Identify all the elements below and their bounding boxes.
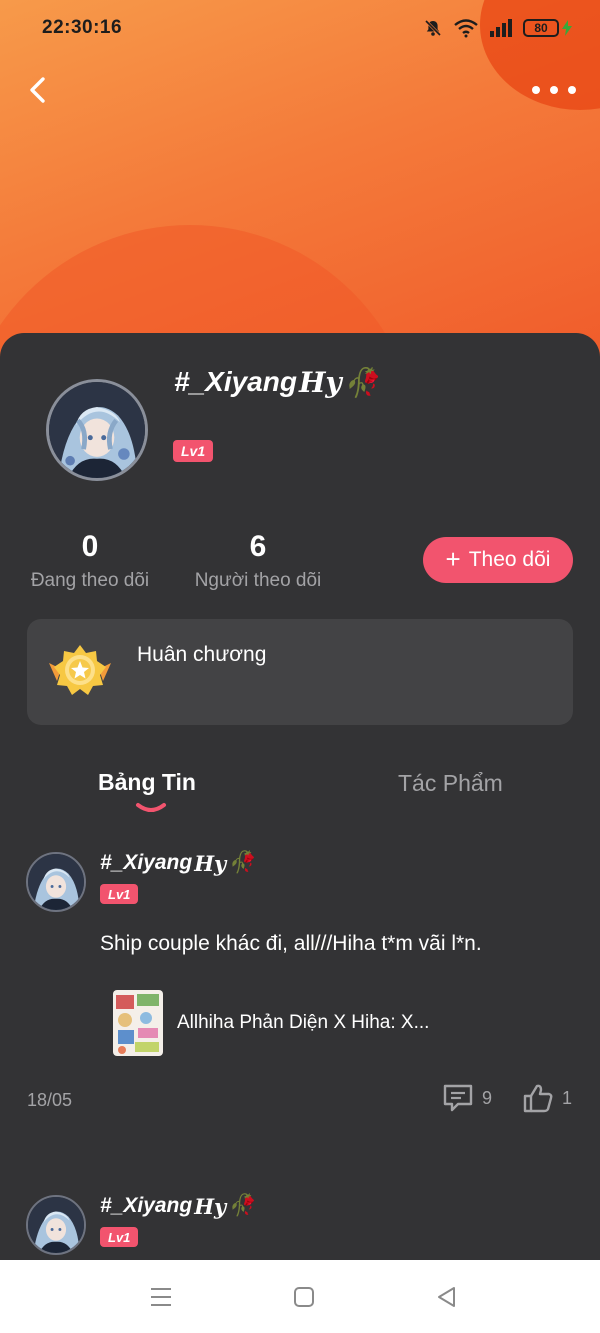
signal-icon <box>490 19 512 37</box>
username-suffix: 𝑯𝒚 <box>298 365 342 399</box>
post-author[interactable]: #_Xiyang 𝑯𝒚 🥀 <box>100 1191 254 1221</box>
tab-feed[interactable]: Bảng Tin <box>98 769 196 796</box>
wifi-icon <box>454 19 478 38</box>
header-background <box>0 0 600 380</box>
system-nav-bar <box>0 1260 600 1333</box>
post-text[interactable]: Ship couple khác đi, all///Hiha t*m vãi … <box>100 932 482 956</box>
like-count: 1 <box>562 1087 573 1108</box>
comment-icon <box>443 1084 473 1112</box>
follow-button-label: Theo dõi <box>468 548 551 571</box>
status-bar: 22:30:16 80 <box>0 0 600 56</box>
like-button[interactable]: 1 <box>522 1083 572 1113</box>
following-label: Đang theo dõi <box>30 570 150 591</box>
medal-section[interactable]: Huân chương <box>27 619 573 725</box>
rose-emoji: 🥀 <box>228 851 255 874</box>
charging-icon <box>562 20 572 36</box>
back-triangle-icon[interactable] <box>434 1284 460 1310</box>
post-level-badge: Lv1 <box>100 1227 139 1247</box>
home-icon[interactable] <box>291 1284 317 1310</box>
avatar-image <box>28 1197 84 1253</box>
comment-count: 9 <box>482 1087 493 1108</box>
profile-username: #_Xiyang 𝑯𝒚 🥀 <box>174 362 379 402</box>
post-author-name: #_Xiyang <box>100 851 193 874</box>
tab-works[interactable]: Tác Phẩm <box>398 770 503 797</box>
recent-apps-icon[interactable] <box>148 1284 174 1310</box>
profile-screen: 22:30:16 80 #_Xiyang 𝑯𝒚 🥀 Lv1 0 Đang the… <box>0 0 600 1333</box>
tab-active-indicator <box>136 803 166 812</box>
post-date: 18/05 <box>27 1090 73 1110</box>
stat-followers[interactable]: 6 Người theo dõi <box>190 530 326 592</box>
following-count: 0 <box>81 530 99 563</box>
battery-level: 80 <box>523 19 559 37</box>
post-author[interactable]: #_Xiyang 𝑯𝒚 🥀 <box>100 848 254 878</box>
post-avatar[interactable] <box>26 852 86 912</box>
thumbs-up-icon <box>523 1084 553 1113</box>
avatar[interactable] <box>46 379 148 481</box>
followers-label: Người theo dõi <box>194 570 322 591</box>
post-author-suffix: 𝑯𝒚 <box>194 1193 227 1219</box>
battery-icon: 80 <box>523 19 572 37</box>
avatar-image <box>28 854 84 910</box>
rose-emoji: 🥀 <box>343 366 379 398</box>
status-time: 22:30:16 <box>42 17 123 38</box>
comment-button[interactable]: 9 <box>442 1083 492 1113</box>
more-dot <box>532 86 540 94</box>
follow-button[interactable]: + Theo dõi <box>423 537 573 583</box>
avatar-image <box>49 382 145 478</box>
post-author-suffix: 𝑯𝒚 <box>194 850 227 876</box>
rose-emoji: 🥀 <box>228 1194 255 1217</box>
more-dot <box>550 86 558 94</box>
medal-icon <box>49 645 111 695</box>
stat-following[interactable]: 0 Đang theo dõi <box>26 530 154 592</box>
plus-icon: + <box>445 543 461 574</box>
story-cover-image <box>113 990 163 1056</box>
more-horizontal-icon[interactable] <box>532 76 576 104</box>
more-dot <box>568 86 576 94</box>
post-author-name: #_Xiyang <box>100 1194 193 1217</box>
medal-label: Huân chương <box>137 643 267 666</box>
followers-count: 6 <box>249 530 267 563</box>
chevron-left-icon[interactable] <box>22 72 58 108</box>
username-text: #_Xiyang <box>174 366 297 397</box>
level-badge: Lv1 <box>173 440 214 462</box>
post-avatar[interactable] <box>26 1195 86 1255</box>
post-level-badge: Lv1 <box>100 884 139 904</box>
mute-icon <box>424 19 442 37</box>
status-icons: 80 <box>423 18 572 38</box>
attached-story[interactable]: Allhiha Phản Diện X Hiha: X... <box>113 989 443 1057</box>
story-title: Allhiha Phản Diện X Hiha: X... <box>177 1012 430 1033</box>
